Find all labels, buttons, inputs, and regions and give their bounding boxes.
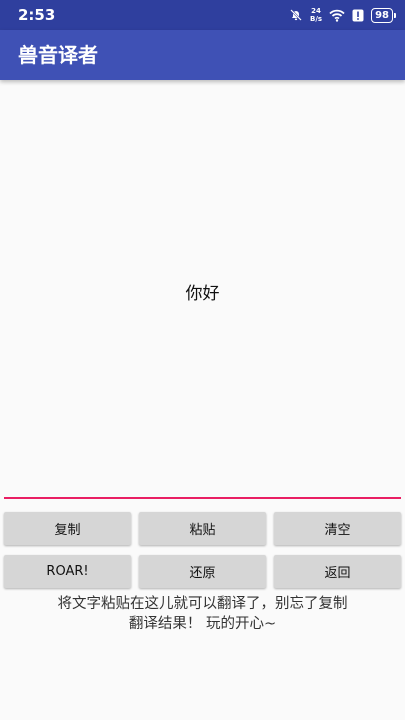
battery-level: 98 (375, 9, 389, 21)
copy-button[interactable]: 复制 (4, 512, 131, 545)
status-time: 2:53 (18, 6, 56, 24)
hint-line-2: 翻译结果！ 玩的开心~ (128, 616, 277, 632)
clear-button[interactable]: 清空 (274, 512, 401, 545)
editor-text[interactable]: 你好 (186, 279, 220, 304)
wifi-icon (329, 9, 345, 22)
back-button[interactable]: 返回 (274, 555, 401, 588)
paste-button[interactable]: 粘贴 (139, 512, 266, 545)
mute-bell-icon (289, 8, 303, 22)
hint-line-1: 将文字粘贴在这儿就可以翻译了，别忘了复制 (57, 596, 348, 612)
text-editor[interactable]: 你好 (4, 84, 401, 498)
net-speed: 24 B/s (310, 7, 322, 23)
net-speed-unit: B/s (310, 15, 323, 23)
status-bar: 2:53 24 B/s 98 (0, 0, 405, 30)
app-bar: 兽音译者 (0, 30, 405, 80)
hint-text: 将文字粘贴在这儿就可以翻译了，别忘了复制 翻译结果！ 玩的开心~ (0, 594, 405, 634)
alert-icon (352, 9, 364, 22)
net-speed-value: 24 (311, 7, 321, 15)
roar-button[interactable]: ROAR! (4, 555, 131, 588)
battery-icon: 98 (371, 7, 396, 23)
restore-button[interactable]: 还原 (139, 555, 266, 588)
status-icons: 24 B/s 98 (282, 5, 396, 25)
app-title: 兽音译者 (18, 43, 98, 67)
editor-underline (4, 497, 401, 499)
